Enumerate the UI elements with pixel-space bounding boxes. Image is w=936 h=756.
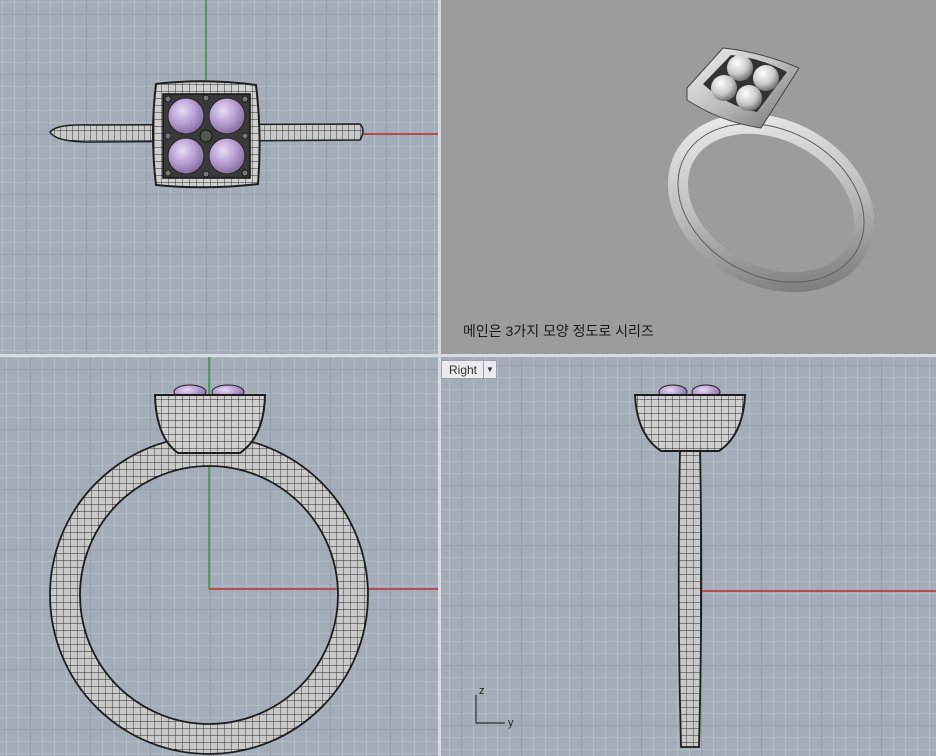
axis-gizmo	[475, 695, 505, 724]
perspective-drawing	[667, 47, 875, 293]
bezel-head-mesh	[155, 395, 265, 453]
triangle-down-icon[interactable]: ▼	[483, 361, 496, 378]
gem-1	[167, 97, 205, 135]
viewport-label-text: Right	[449, 362, 478, 377]
stone-2	[753, 65, 779, 91]
axis-z-label: z	[479, 685, 485, 697]
viewport-right[interactable]: z y Right ▼	[441, 357, 936, 756]
front-view-drawing	[49, 357, 438, 755]
gem-3	[167, 137, 205, 175]
stone-3	[711, 75, 737, 101]
axis-y-label: y	[508, 717, 514, 729]
gem-2	[208, 97, 246, 135]
viewport-label-right[interactable]: Right ▼	[441, 360, 498, 379]
top-view-drawing	[49, 0, 438, 189]
center-prong	[199, 129, 213, 143]
right-view-drawing: z y	[475, 384, 936, 748]
viewport-perspective[interactable]: 메인은 3가지 모양 정도로 시리즈	[441, 0, 936, 354]
ring-shank-mesh	[678, 449, 702, 747]
gem-4	[208, 137, 246, 175]
bezel-head-mesh	[635, 395, 745, 451]
annotation-note: 메인은 3가지 모양 정도로 시리즈	[463, 323, 654, 339]
stone-4	[736, 85, 762, 111]
viewport-front[interactable]	[0, 357, 438, 756]
viewport-top[interactable]	[0, 0, 438, 354]
